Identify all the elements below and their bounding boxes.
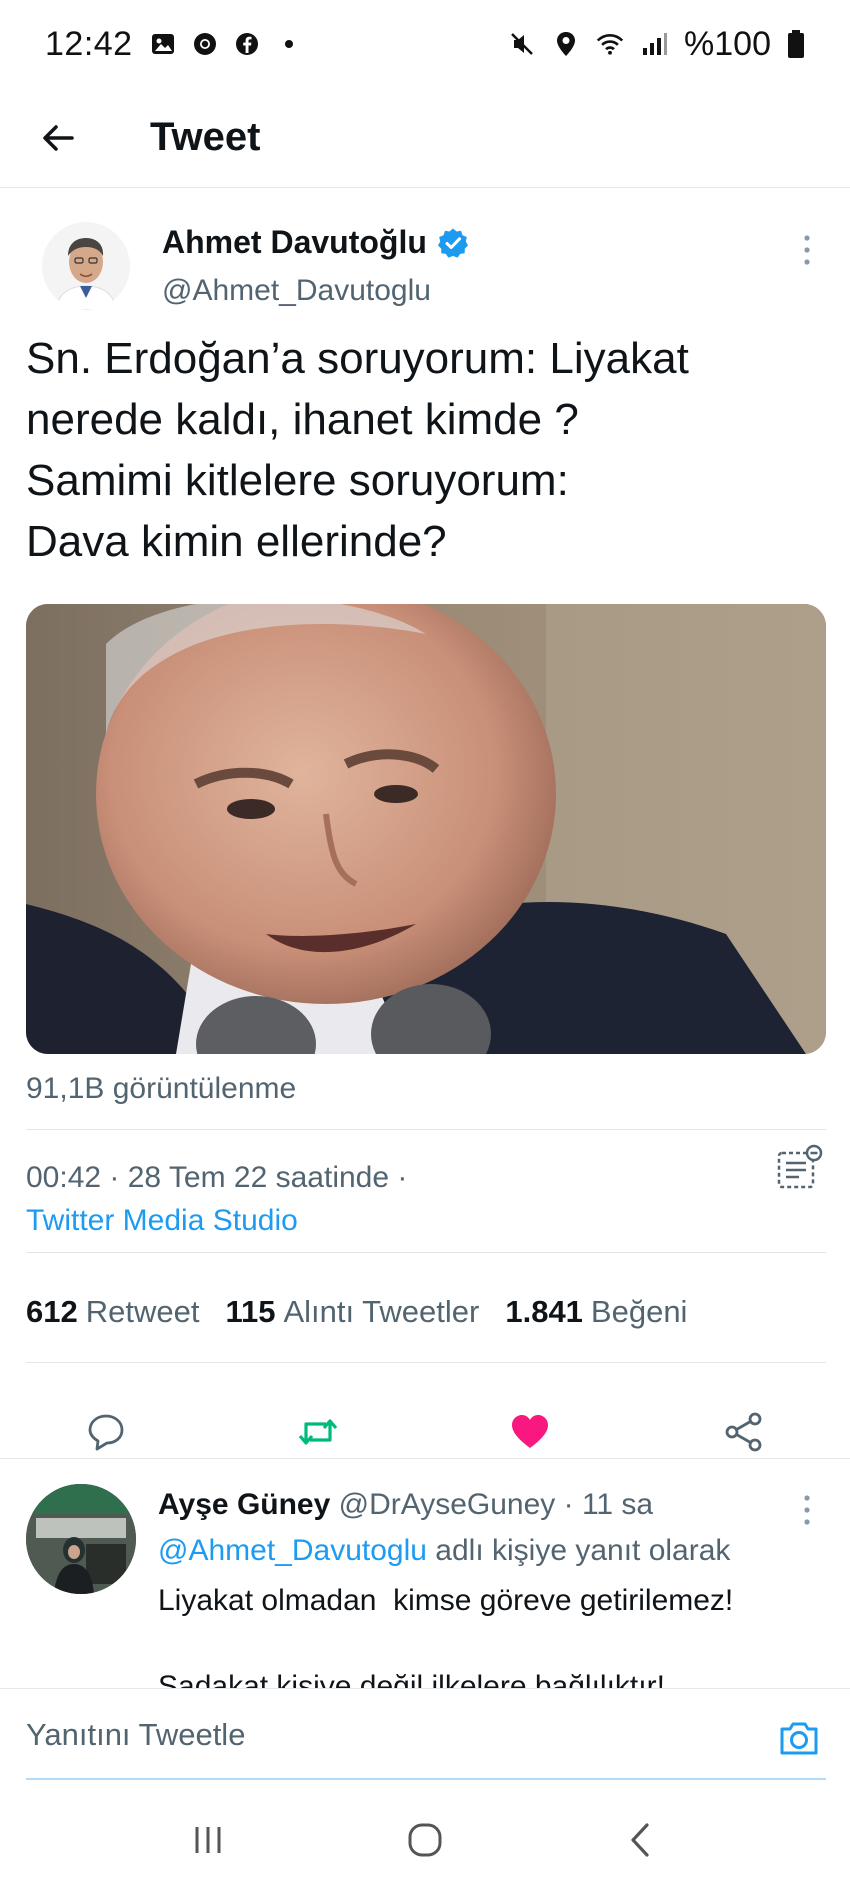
reply-tweet[interactable]: Ayşe Güney @DrAyseGuney · 11 sa @Ahmet_D…: [0, 1470, 850, 1688]
home-button[interactable]: [402, 1817, 448, 1863]
author-handle[interactable]: @Ahmet_Davutoglu: [162, 274, 431, 308]
verified-badge-icon: [437, 228, 468, 258]
system-icons: %100: [508, 25, 805, 64]
back-button[interactable]: [28, 108, 88, 168]
view-count: 91,1B görüntülenme: [26, 1072, 297, 1105]
reply-to-suffix: adlı kişiye yanıt olarak: [435, 1534, 731, 1567]
tweet-text-line: nerede kaldı, ihanet kimde ?: [26, 395, 579, 444]
dot-icon: [275, 30, 303, 58]
system-back-button[interactable]: [619, 1817, 665, 1863]
comment-icon: [88, 1414, 124, 1451]
heart-filled-icon: [512, 1415, 548, 1448]
reply-mention-link[interactable]: @Ahmet_Davutoglu: [158, 1534, 427, 1567]
retweet-count: 612: [26, 1294, 78, 1329]
quote-count: 115: [225, 1294, 276, 1329]
reply-input[interactable]: Yanıtını Tweetle: [26, 1717, 245, 1753]
status-bar: 12:42 %100: [0, 0, 850, 88]
more-vertical-icon: [804, 235, 810, 265]
gallery-icon: [149, 30, 177, 58]
tweet-media-image[interactable]: [26, 604, 826, 1054]
camera-icon: [780, 1722, 818, 1755]
home-icon: [408, 1823, 442, 1856]
recent-apps-icon: [195, 1826, 221, 1853]
reply-avatar[interactable]: [26, 1484, 136, 1594]
reply-compose-bar: Yanıtını Tweetle: [0, 1688, 850, 1788]
tweet-text: Sn. Erdoğan’a soruyorum: Liyakat nerede …: [26, 328, 826, 572]
tweet-actions: [0, 1386, 850, 1482]
quote-label: Alıntı Tweetler: [283, 1294, 480, 1329]
chevron-left-icon: [631, 1822, 649, 1857]
system-nav-bar: [0, 1790, 850, 1889]
replying-to: @Ahmet_Davutoglu adlı kişiye yanıt olara…: [158, 1534, 730, 1568]
reply-handle-time: @DrAyseGuney · 11 sa: [338, 1488, 654, 1521]
divider: [26, 1252, 826, 1253]
reply-header: Ayşe Güney @DrAyseGuney · 11 sa: [158, 1488, 653, 1522]
tweet-source-link[interactable]: Twitter Media Studio: [26, 1204, 298, 1238]
location-icon: [552, 30, 580, 58]
share-icon: [725, 1412, 762, 1452]
divider: [26, 1362, 826, 1363]
divider: [0, 1458, 850, 1459]
chrome-icon: [191, 30, 219, 58]
notes-icon: [777, 1144, 823, 1189]
quote-stat[interactable]: 115 Alıntı Tweetler: [225, 1294, 479, 1330]
reply-button[interactable]: [84, 1410, 128, 1454]
signal-icon: [640, 30, 668, 58]
tweet-text-line: Samimi kitlelere soruyorum:: [26, 456, 569, 505]
retweet-stat[interactable]: 612 Retweet: [26, 1294, 199, 1330]
reply-author-name[interactable]: Ayşe Güney: [158, 1488, 330, 1521]
like-button[interactable]: [508, 1410, 552, 1454]
tweet-text-line: Dava kimin ellerinde?: [26, 517, 447, 566]
arrow-left-icon: [43, 124, 74, 151]
page-title: Tweet: [150, 115, 261, 159]
author-name-text: Ahmet Davutoğlu: [162, 224, 427, 260]
share-button[interactable]: [722, 1410, 766, 1454]
retweet-icon: [298, 1419, 338, 1445]
recent-apps-button[interactable]: [185, 1817, 231, 1863]
tweet-analytics-button[interactable]: [775, 1143, 825, 1193]
reply-text-line: Liyakat olmadan kimse göreve getirilemez…: [158, 1584, 734, 1617]
tweet-stats: 612 Retweet 115 Alıntı Tweetler 1.841 Beğen…: [26, 1294, 687, 1330]
notification-icons: [149, 30, 303, 58]
like-label: Beğeni: [590, 1294, 688, 1329]
app-bar: Tweet: [0, 88, 850, 188]
reply-text-line: Sadakat kişiye değil ilkelere bağlılıktı…: [158, 1670, 665, 1688]
input-underline: [26, 1778, 826, 1780]
like-stat[interactable]: 1.841 Beğeni: [505, 1294, 687, 1330]
like-count: 1.841: [505, 1294, 583, 1329]
author-name[interactable]: Ahmet Davutoğlu: [162, 224, 469, 261]
more-vertical-icon: [804, 1495, 810, 1525]
reply-more-options-button[interactable]: [795, 1490, 819, 1530]
battery-icon: [787, 30, 805, 58]
camera-button[interactable]: [776, 1715, 822, 1761]
divider: [26, 1129, 826, 1130]
tweet-timestamp: 00:42 · 28 Tem 22 saatinde ·: [26, 1161, 408, 1194]
retweet-label: Retweet: [85, 1294, 200, 1329]
battery-percent: %100: [684, 24, 771, 63]
wifi-icon: [596, 30, 624, 58]
tweet-text-line: Sn. Erdoğan’a soruyorum: Liyakat: [26, 334, 689, 383]
mute-icon: [508, 30, 536, 58]
status-time: 12:42: [45, 24, 133, 63]
facebook-icon: [233, 30, 261, 58]
avatar[interactable]: [42, 222, 130, 310]
retweet-button[interactable]: [296, 1410, 340, 1454]
more-options-button[interactable]: [795, 230, 819, 270]
